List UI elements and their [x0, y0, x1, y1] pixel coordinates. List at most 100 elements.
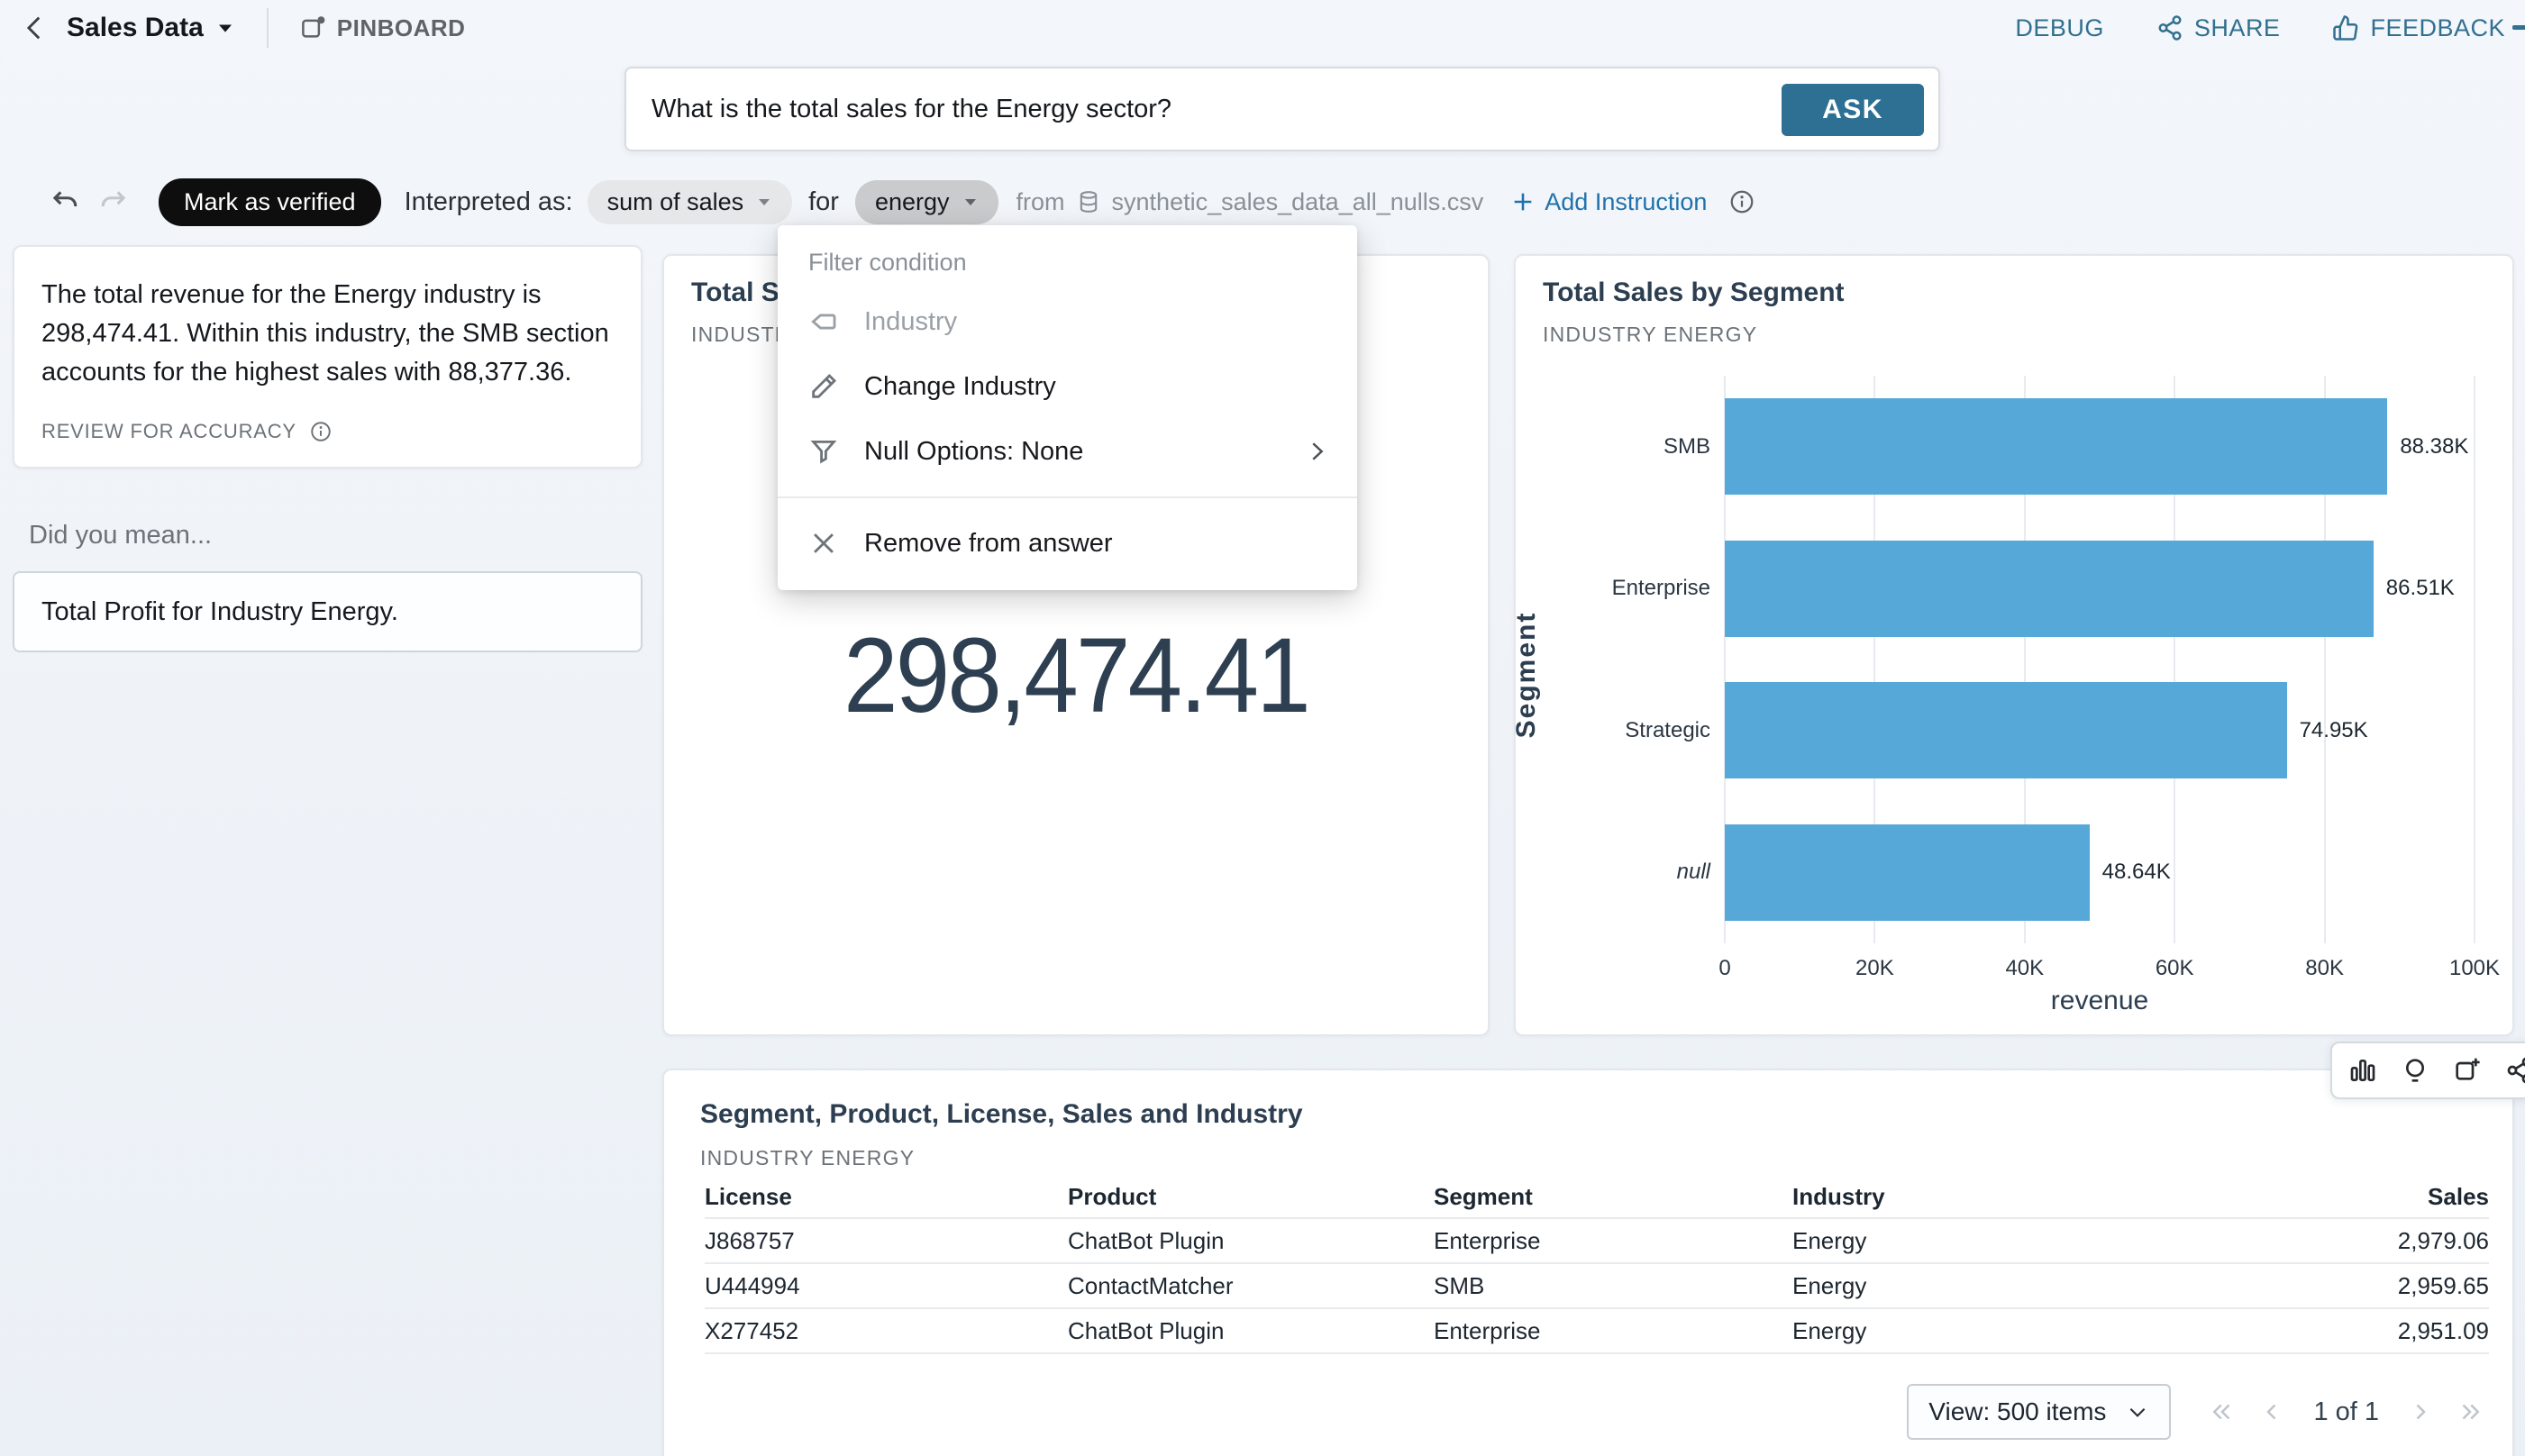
- chart-x-tick-label: 60K: [2156, 956, 2194, 981]
- table-cell: Enterprise: [1434, 1218, 1792, 1263]
- table-header-row: LicenseProductSegmentIndustrySales: [705, 1177, 2489, 1218]
- top-header: Sales Data PINBOARD DEBUG SHARE FEEDBACK: [0, 0, 2525, 56]
- table-column-header[interactable]: Industry: [1792, 1177, 2171, 1218]
- redo-button[interactable]: [97, 187, 128, 217]
- caret-down-icon: [216, 22, 234, 34]
- chart-title: Total Sales by Segment: [1543, 278, 1845, 308]
- undo-button[interactable]: [50, 187, 81, 217]
- chart-bar-SMB[interactable]: [1725, 398, 2387, 495]
- add-instruction-button[interactable]: Add Instruction: [1510, 188, 1707, 216]
- pinboard-button[interactable]: PINBOARD: [299, 14, 466, 42]
- menu-item-remove-from-answer[interactable]: Remove from answer: [778, 511, 1357, 576]
- feedback-button[interactable]: FEEDBACK: [2332, 14, 2505, 42]
- insights-bulb-button[interactable]: [2401, 1056, 2429, 1085]
- debug-label: DEBUG: [2015, 14, 2104, 42]
- info-icon[interactable]: [1728, 188, 1755, 215]
- question-search-bar[interactable]: What is the total sales for the Energy s…: [624, 67, 1940, 151]
- table-cell: X277452: [705, 1308, 1068, 1353]
- view-items-select[interactable]: View: 500 items: [1907, 1384, 2171, 1440]
- menu-item-label: Remove from answer: [864, 529, 1113, 559]
- chart-value-label: 88.38K: [2400, 434, 2468, 460]
- table-column-header[interactable]: License: [705, 1177, 1068, 1218]
- info-icon[interactable]: [309, 420, 333, 443]
- table-cell: U444994: [705, 1263, 1068, 1308]
- menu-item-label: Industry: [864, 307, 957, 337]
- mark-as-verified-button[interactable]: Mark as verified: [159, 178, 381, 226]
- pencil-icon: [808, 371, 839, 402]
- chart-x-tick-label: 100K: [2449, 956, 2500, 981]
- table-column-header[interactable]: Segment: [1434, 1177, 1792, 1218]
- for-label: for: [808, 187, 839, 217]
- chart-category-label: SMB: [1664, 434, 1710, 460]
- table-cell: SMB: [1434, 1263, 1792, 1308]
- chart-y-axis-title: Segment: [1511, 585, 1542, 765]
- menu-item-industry: Industry: [778, 289, 1357, 354]
- answer-summary-text: The total revenue for the Energy industr…: [41, 276, 614, 392]
- table-subtitle: INDUSTRY ENERGY: [700, 1146, 915, 1170]
- table-cell: Enterprise: [1434, 1308, 1792, 1353]
- feedback-label: FEEDBACK: [2370, 14, 2505, 42]
- chart-value-label: 74.95K: [2300, 718, 2368, 743]
- tag-icon: [808, 306, 839, 337]
- app-title: Sales Data: [67, 13, 204, 43]
- data-source: from synthetic_sales_data_all_nulls.csv: [1016, 188, 1484, 216]
- header-actions: DEBUG SHARE FEEDBACK: [2015, 0, 2505, 56]
- table-row[interactable]: U444994ContactMatcherSMBEnergy2,959.65: [705, 1263, 2489, 1308]
- chart-bar-null[interactable]: [1725, 824, 2090, 921]
- chart-subtitle: INDUSTRY ENERGY: [1543, 323, 1757, 347]
- table-cell: ContactMatcher: [1068, 1263, 1434, 1308]
- chart-plot: 020K40K60K80K100KSMB88.38KEnterprise86.5…: [1725, 376, 2475, 943]
- plus-icon: [1510, 189, 1536, 214]
- back-button[interactable]: [20, 13, 50, 43]
- menu-divider: [778, 496, 1357, 498]
- table-row[interactable]: X277452ChatBot PluginEnterpriseEnergy2,9…: [705, 1308, 2489, 1353]
- header-divider: [267, 8, 269, 48]
- table-cell: Energy: [1792, 1218, 2171, 1263]
- change-visualization-button[interactable]: [2348, 1056, 2377, 1085]
- chart-gridline: [2474, 376, 2475, 943]
- from-label: from: [1016, 188, 1065, 216]
- menu-item-null-options[interactable]: Null Options: None: [778, 419, 1357, 484]
- add-instruction-label: Add Instruction: [1545, 188, 1707, 216]
- share-label: SHARE: [2194, 14, 2281, 42]
- table-cell: 2,951.09: [2171, 1308, 2489, 1353]
- table-column-header[interactable]: Product: [1068, 1177, 1434, 1218]
- table-title: Segment, Product, License, Sales and Ind…: [700, 1099, 1303, 1130]
- interpretation-bar: Mark as verified Interpreted as: sum of …: [50, 177, 1755, 227]
- filter-token-dropdown[interactable]: energy: [855, 180, 998, 224]
- clipped-header-item: [2512, 25, 2525, 30]
- menu-header: Filter condition: [778, 238, 1357, 289]
- previous-page-button[interactable]: [2254, 1398, 2292, 1425]
- suggestion-card[interactable]: Total Profit for Industry Energy.: [13, 571, 643, 652]
- table-cell: ChatBot Plugin: [1068, 1218, 1434, 1263]
- pinboard-icon: [299, 14, 326, 41]
- chart-value-label: 86.51K: [2386, 576, 2455, 601]
- chart-bar-Strategic[interactable]: [1725, 682, 2287, 778]
- chart-bar-Enterprise[interactable]: [1725, 541, 2374, 637]
- chart-x-tick-label: 80K: [2305, 956, 2344, 981]
- ask-button[interactable]: ASK: [1782, 84, 1924, 136]
- menu-item-label: Change Industry: [864, 372, 1056, 402]
- close-icon: [808, 528, 839, 559]
- debug-button[interactable]: DEBUG: [2015, 14, 2104, 42]
- chart-x-tick-label: 20K: [1855, 956, 1894, 981]
- measure-token-dropdown[interactable]: sum of sales: [588, 180, 793, 224]
- pin-to-pinboard-button[interactable]: [2453, 1056, 2482, 1085]
- menu-item-change-industry[interactable]: Change Industry: [778, 354, 1357, 419]
- question-input[interactable]: What is the total sales for the Energy s…: [652, 95, 1938, 124]
- app-title-menu[interactable]: Sales Data: [67, 13, 234, 43]
- suggestion-text: Total Profit for Industry Energy.: [41, 597, 398, 627]
- source-file-label: synthetic_sales_data_all_nulls.csv: [1112, 188, 1484, 216]
- table-row[interactable]: J868757ChatBot PluginEnterpriseEnergy2,9…: [705, 1218, 2489, 1263]
- last-page-button[interactable]: [2451, 1398, 2489, 1425]
- first-page-button[interactable]: [2203, 1398, 2241, 1425]
- share-button[interactable]: SHARE: [2156, 14, 2281, 42]
- table-column-header[interactable]: Sales: [2171, 1177, 2489, 1218]
- chart-category-label: null: [1677, 860, 1710, 885]
- table-cell: 2,979.06: [2171, 1218, 2489, 1263]
- chart-category-label: Enterprise: [1612, 576, 1710, 601]
- next-page-button[interactable]: [2401, 1398, 2438, 1425]
- share-answer-button[interactable]: [2505, 1056, 2525, 1085]
- data-table-card: Segment, Product, License, Sales and Ind…: [662, 1069, 2514, 1456]
- caret-down-icon: [756, 196, 772, 207]
